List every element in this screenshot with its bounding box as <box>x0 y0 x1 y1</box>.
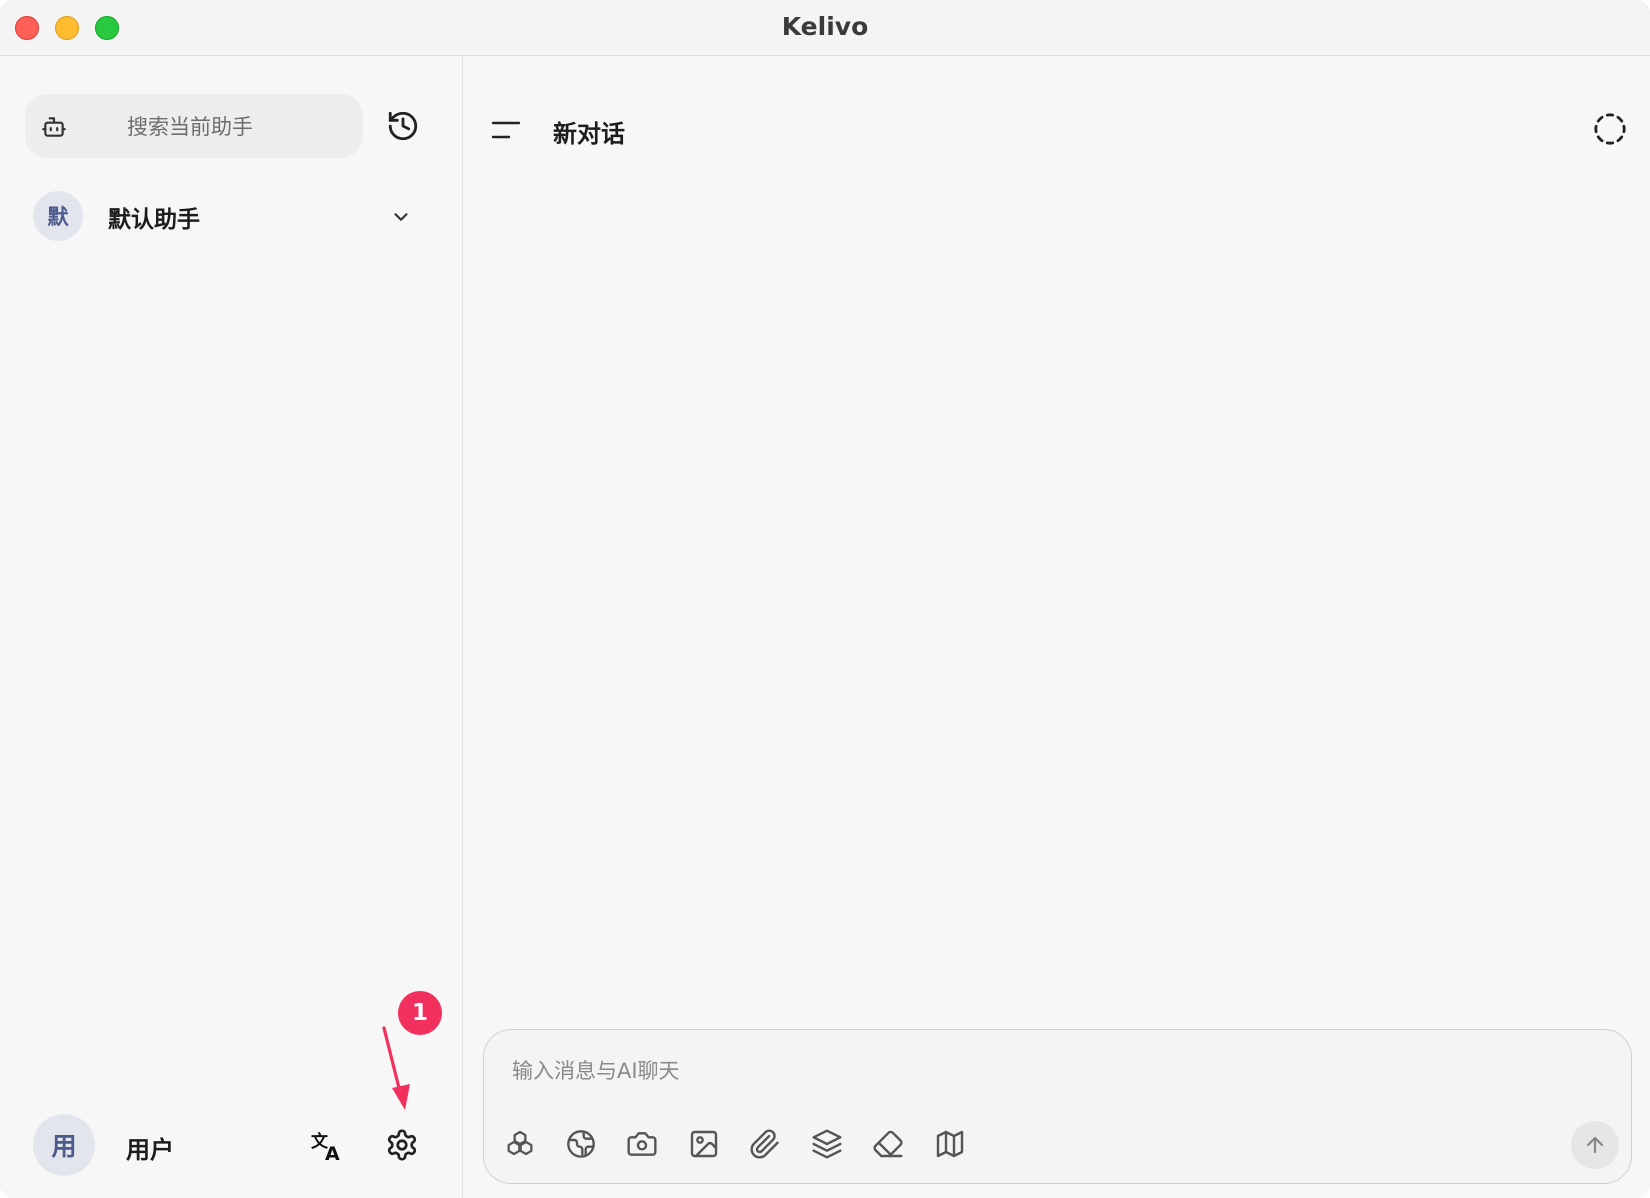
assistant-search-input[interactable] <box>125 108 349 146</box>
web-search-button[interactable] <box>565 1128 597 1160</box>
chat-area: 新对话 <box>463 56 1650 1198</box>
chat-title: 新对话 <box>553 120 625 148</box>
history-icon <box>388 111 418 141</box>
attach-file-button[interactable] <box>749 1128 781 1160</box>
gear-icon <box>387 1129 417 1161</box>
send-button[interactable] <box>1571 1121 1619 1169</box>
model-select-button[interactable] <box>504 1128 536 1160</box>
clear-context-button[interactable] <box>872 1128 904 1160</box>
image-button[interactable] <box>688 1128 720 1160</box>
camera-button[interactable] <box>626 1128 658 1160</box>
history-button[interactable] <box>386 109 420 143</box>
user-profile-row: 用 用户 文 A <box>33 1114 453 1178</box>
menu-button[interactable] <box>491 118 521 142</box>
earth-icon <box>567 1130 595 1158</box>
assistant-selector[interactable]: 默 默认助手 <box>25 186 425 246</box>
eraser-icon <box>873 1130 903 1158</box>
arrow-up-icon <box>1586 1136 1604 1154</box>
message-composer <box>483 1029 1632 1184</box>
chevron-down-icon[interactable] <box>390 206 412 228</box>
camera-icon <box>627 1132 657 1156</box>
assistant-name: 默认助手 <box>108 207 200 233</box>
app-window: Kelivo 默 默认助手 用 <box>0 0 1650 1198</box>
annotation-arrow-icon <box>382 1026 410 1110</box>
translate-icon: 文 A <box>311 1131 340 1163</box>
menu-icon <box>491 121 521 139</box>
map-icon <box>936 1130 964 1158</box>
user-name[interactable]: 用户 <box>126 1130 174 1165</box>
map-button[interactable] <box>934 1128 966 1160</box>
new-chat-button[interactable] <box>1593 112 1627 146</box>
message-input[interactable] <box>510 1050 1514 1092</box>
image-icon <box>690 1130 718 1158</box>
layers-icon <box>812 1129 842 1159</box>
dashed-chat-bubble-icon <box>1594 113 1626 145</box>
assistant-avatar: 默 <box>33 191 83 241</box>
boxes-icon <box>507 1130 533 1156</box>
user-avatar[interactable]: 用 <box>33 1114 95 1176</box>
assistant-search-box[interactable] <box>25 94 363 158</box>
bot-icon <box>41 114 67 140</box>
svg-text:A: A <box>325 1143 340 1163</box>
settings-button[interactable] <box>385 1128 419 1162</box>
layers-button[interactable] <box>811 1128 843 1160</box>
window-title: Kelivo <box>781 12 869 41</box>
translate-button[interactable]: 文 A <box>309 1127 345 1163</box>
paperclip-icon <box>750 1129 779 1159</box>
title-bar: Kelivo <box>0 0 1650 56</box>
